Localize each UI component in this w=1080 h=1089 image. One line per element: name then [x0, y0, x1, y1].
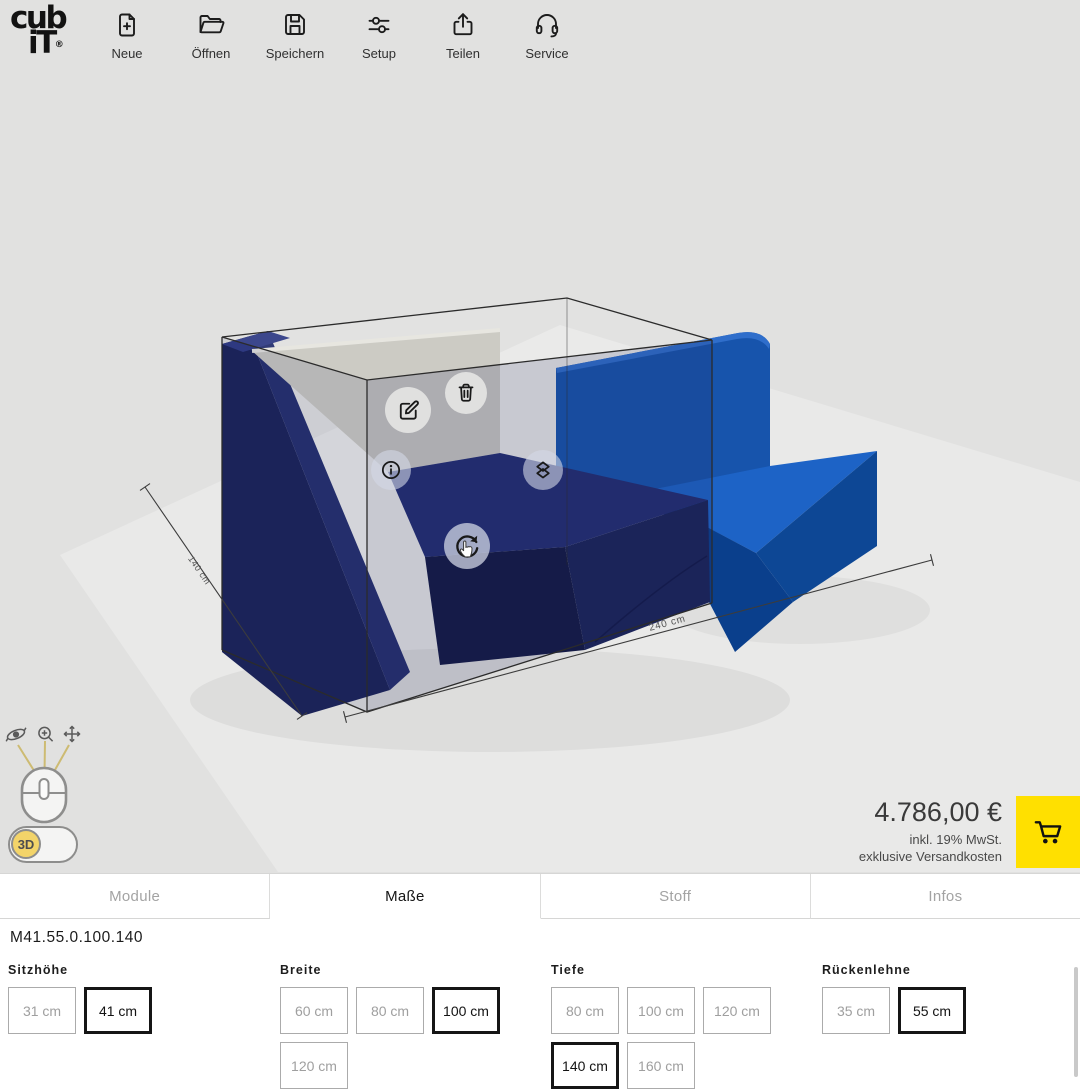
toolbar-new-button[interactable]: Neue [96, 11, 158, 61]
toolbar-share-label: Teilen [446, 46, 480, 61]
option-tiefe-100-cm[interactable]: 100 cm [627, 987, 695, 1034]
toolbar-setup-label: Setup [362, 46, 396, 61]
toolbar-save-label: Speichern [266, 46, 325, 61]
edit-module-button[interactable] [385, 387, 431, 433]
option-tiefe-120-cm[interactable]: 120 cm [703, 987, 771, 1034]
option-group-tiefe: Tiefe 80 cm100 cm120 cm 140 cm160 cm [551, 963, 783, 1089]
price-tax-note: inkl. 19% MwSt. [859, 831, 1002, 848]
option-sitzhoehe-41-cm[interactable]: 41 cm [84, 987, 152, 1034]
open-folder-icon [197, 11, 225, 39]
option-breite-60-cm[interactable]: 60 cm [280, 987, 348, 1034]
option-group-label: Tiefe [551, 963, 783, 977]
toolbar-items: Neue Öffnen Speichern Setup Teilen Service [96, 11, 578, 61]
option-breite-120-cm[interactable]: 120 cm [280, 1042, 348, 1089]
option-group-rueckenlehne: Rückenlehne 35 cm55 cm [822, 963, 992, 1034]
save-floppy-icon [281, 11, 309, 39]
tab-module[interactable]: Module [0, 874, 270, 919]
option-group-label: Sitzhöhe [8, 963, 178, 977]
3d-viewport[interactable]: 140 cm 240 cm [0, 0, 1080, 873]
vertical-scrollbar[interactable] [1074, 967, 1078, 1077]
option-rueckenlehne-35-cm[interactable]: 35 cm [822, 987, 890, 1034]
mouse-navigation-hint [2, 722, 94, 824]
app-logo: cubiT® [10, 6, 65, 56]
toolbar-new-label: Neue [111, 46, 142, 61]
tab-infos[interactable]: Infos [811, 874, 1080, 919]
registered-mark: ® [55, 40, 64, 50]
delete-module-button[interactable] [445, 372, 487, 414]
toolbar-setup-button[interactable]: Setup [348, 11, 410, 61]
layers-icon [530, 457, 556, 483]
headset-icon [533, 11, 561, 39]
zoom-icon [39, 727, 53, 741]
rotate-module-button[interactable] [444, 523, 490, 569]
logo-line2: iT [28, 25, 55, 61]
rotate-hand-icon [452, 531, 482, 561]
3d-canvas[interactable]: 140 cm 240 cm cubiT® Neue Öffnen Speichern… [0, 0, 1080, 873]
mouse-wheel [40, 779, 49, 799]
module-info-button[interactable] [371, 450, 411, 490]
option-group-label: Rückenlehne [822, 963, 992, 977]
bottom-tab-bar: ModuleMaßeStoffInfos [0, 873, 1080, 919]
sliders-icon [365, 11, 393, 39]
module-layers-button[interactable] [523, 450, 563, 490]
option-breite-100-cm[interactable]: 100 cm [432, 987, 500, 1034]
option-tiefe-140-cm[interactable]: 140 cm [551, 1042, 619, 1089]
option-group-breite: Breite 60 cm80 cm100 cm 120 cm [280, 963, 512, 1089]
price-block: 4.786,00 € inkl. 19% MwSt. exklusive Ver… [859, 797, 1002, 865]
tab-stoff[interactable]: Stoff [541, 874, 811, 919]
new-document-icon [113, 11, 141, 39]
add-to-cart-button[interactable] [1016, 796, 1080, 868]
share-upload-icon [449, 11, 477, 39]
orbit-icon [6, 727, 26, 741]
toolbar-service-button[interactable]: Service [516, 11, 578, 61]
price-total: 4.786,00 € [859, 797, 1002, 828]
price-shipping-note: exklusive Versandkosten [859, 848, 1002, 865]
toolbar-service-label: Service [525, 46, 568, 61]
tab-masse[interactable]: Maße [270, 874, 540, 919]
option-sitzhoehe-31-cm[interactable]: 31 cm [8, 987, 76, 1034]
toolbar-open-label: Öffnen [192, 46, 231, 61]
trash-icon [453, 380, 479, 406]
option-breite-80-cm[interactable]: 80 cm [356, 987, 424, 1034]
option-tiefe-160-cm[interactable]: 160 cm [627, 1042, 695, 1089]
info-icon [378, 457, 404, 483]
view-mode-knob[interactable]: 3D [11, 829, 41, 859]
toolbar-save-button[interactable]: Speichern [264, 11, 326, 61]
cart-icon [1031, 815, 1065, 849]
option-tiefe-80-cm[interactable]: 80 cm [551, 987, 619, 1034]
product-code: M41.55.0.100.140 [10, 929, 143, 947]
view-mode-toggle[interactable]: 3D [8, 826, 78, 863]
configurator-panel: M41.55.0.100.140 Sitzhöhe 31 cm41 cm Breit… [0, 919, 1080, 1080]
toolbar-share-button[interactable]: Teilen [432, 11, 494, 61]
pan-icon [65, 727, 80, 742]
edit-icon [395, 397, 422, 424]
option-rueckenlehne-55-cm[interactable]: 55 cm [898, 987, 966, 1034]
option-group-label: Breite [280, 963, 512, 977]
toolbar-open-button[interactable]: Öffnen [180, 11, 242, 61]
option-group-sitzhoehe: Sitzhöhe 31 cm41 cm [8, 963, 178, 1034]
